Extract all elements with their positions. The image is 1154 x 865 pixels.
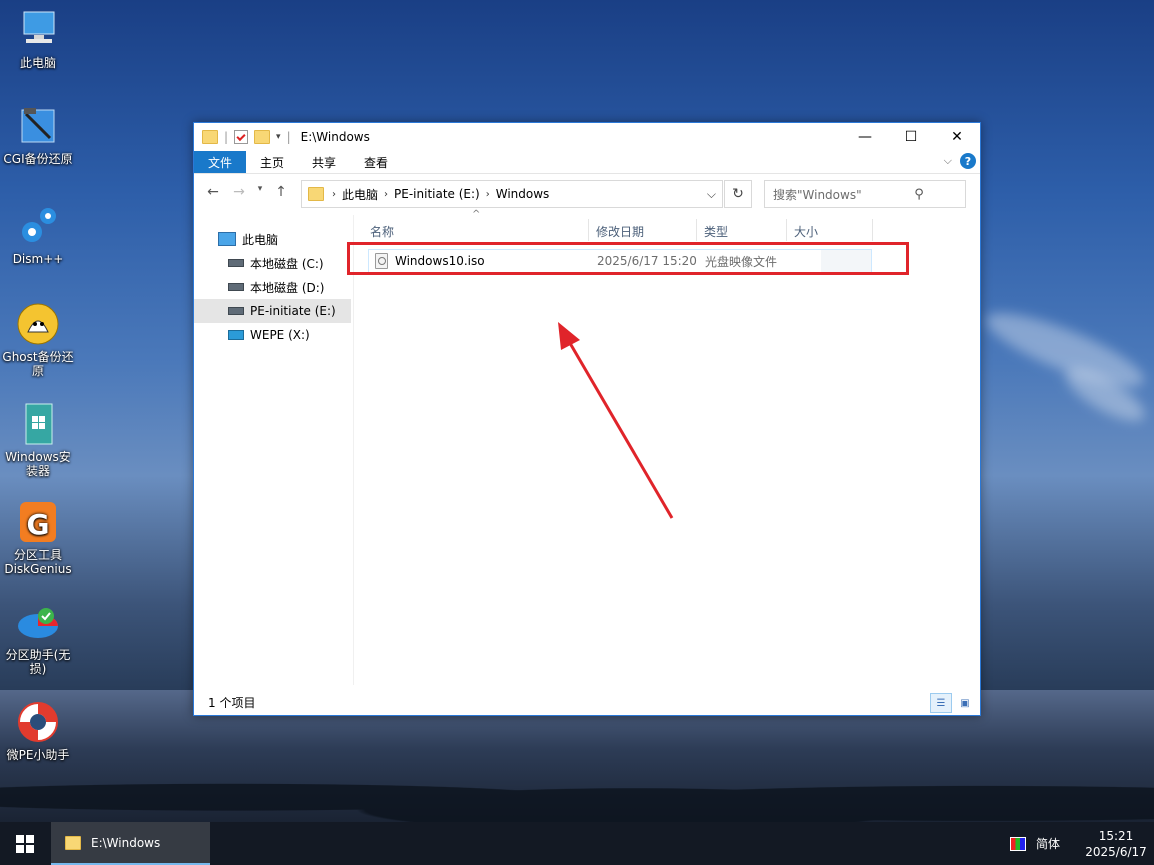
ime-indicator[interactable]: 简体 bbox=[1036, 835, 1060, 852]
taskbar-item-label: E:\Windows bbox=[91, 835, 161, 850]
taskbar: E:\Windows 简体 15:21 2025/6/17 bbox=[0, 822, 1154, 865]
system-tray: 简体 15:21 2025/6/17 bbox=[1009, 822, 1154, 865]
windows-logo-icon bbox=[16, 834, 34, 853]
color-display-icon[interactable] bbox=[1009, 836, 1026, 851]
clock-time: 15:21 bbox=[1098, 828, 1134, 843]
taskbar-item-explorer[interactable]: E:\Windows bbox=[51, 822, 210, 865]
annotation-arrow bbox=[558, 322, 674, 519]
folder-icon bbox=[65, 835, 81, 850]
clock[interactable]: 15:21 2025/6/17 bbox=[1078, 828, 1154, 860]
clock-date: 2025/6/17 bbox=[1085, 844, 1147, 859]
start-button[interactable] bbox=[0, 822, 50, 865]
